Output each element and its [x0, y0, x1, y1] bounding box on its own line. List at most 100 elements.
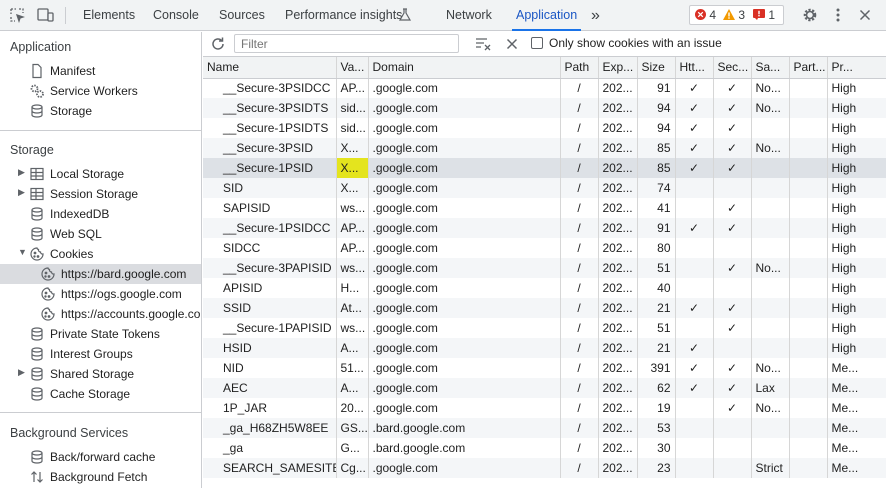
column-header-name[interactable]: Name	[203, 57, 337, 79]
table-cell	[751, 218, 790, 238]
table-cell: HSID	[203, 338, 337, 358]
table-row[interactable]: __Secure-3PSIDTS sid... .google.com/202...…	[203, 98, 886, 118]
settings-gear-icon[interactable]	[802, 7, 818, 23]
column-header-value[interactable]: Va...	[336, 57, 369, 79]
table-cell: 202...	[598, 338, 638, 358]
sidebar-item-cookies[interactable]: ▼ Cookies	[0, 244, 201, 264]
clear-all-icon[interactable]	[504, 36, 520, 52]
column-header-secure[interactable]: Sec...	[713, 57, 752, 79]
table-cell: __Secure-3PAPISID	[203, 258, 337, 278]
tab-performance-insights[interactable]: Performance insights	[285, 0, 402, 31]
device-toolbar-icon[interactable]	[36, 7, 54, 23]
sidebar-item-cookie-origin-accounts[interactable]: https://accounts.google.co	[0, 304, 201, 324]
inspect-element-icon[interactable]	[9, 7, 26, 24]
table-row[interactable]: SEARCH_SAMESITE Cg... .google.com/202... 23…	[203, 458, 886, 478]
tab-application[interactable]: Application	[511, 0, 582, 31]
column-header-samesite[interactable]: Sa...	[751, 57, 790, 79]
table-row[interactable]: HSID A... .google.com/202... 21 ✓ High	[203, 338, 886, 358]
expand-triangle-icon[interactable]: ▶	[18, 367, 25, 378]
filter-input[interactable]	[234, 34, 459, 53]
table-cell: Me...	[827, 358, 886, 378]
cookies-toolbar: Only show cookies with an issue	[203, 32, 886, 57]
more-tabs-button[interactable]: »	[591, 0, 600, 31]
table-row[interactable]: __Secure-3PSID X... .google.com/202... 85 ✓ ✓…	[203, 138, 886, 158]
table-row[interactable]: SIDCC AP... .google.com/202... 80 High	[203, 238, 886, 258]
table-row[interactable]: SAPISID ws... .google.com/202... 41 ✓ High	[203, 198, 886, 218]
refresh-icon[interactable]	[210, 36, 226, 52]
sidebar-item-storage[interactable]: Storage	[0, 101, 201, 121]
table-row[interactable]: __Secure-1PSIDCC AP... .google.com/202... 9…	[203, 218, 886, 238]
sidebar-item-cache-storage[interactable]: Cache Storage	[0, 384, 201, 404]
table-cell: ✓	[713, 378, 752, 398]
sidebar-item-cookie-origin-ogs[interactable]: https://ogs.google.com	[0, 284, 201, 304]
sidebar-item-service-workers[interactable]: Service Workers	[0, 81, 201, 101]
sidebar-item-local-storage[interactable]: ▶ Local Storage	[0, 164, 201, 184]
table-row[interactable]: SID X... .google.com/202... 74 High	[203, 178, 886, 198]
tab-sources[interactable]: Sources	[219, 0, 265, 31]
more-options-icon[interactable]	[830, 7, 846, 23]
table-row[interactable]: __Secure-1PSIDTS sid... .google.com/202...…	[203, 118, 886, 138]
table-cell: SAPISID	[203, 198, 337, 218]
table-cell: SSID	[203, 298, 337, 318]
table-cell	[789, 278, 828, 298]
column-header-path[interactable]: Path	[560, 57, 599, 79]
table-cell	[713, 438, 752, 458]
tab-network[interactable]: Network	[446, 0, 492, 31]
table-cell: 202...	[598, 418, 638, 438]
table-cell: 53	[637, 418, 676, 438]
column-header-priority[interactable]: Pr...	[827, 57, 886, 79]
close-devtools-icon[interactable]	[857, 7, 873, 23]
table-cell: /	[560, 378, 599, 398]
flask-icon	[398, 8, 414, 24]
sidebar-item-manifest[interactable]: Manifest	[0, 61, 201, 81]
table-cell	[789, 318, 828, 338]
only-issues-checkbox[interactable]: Only show cookies with an issue	[531, 36, 722, 50]
table-cell	[713, 458, 752, 478]
table-cell: .google.com	[368, 98, 561, 118]
column-header-expires[interactable]: Exp...	[598, 57, 638, 79]
database-icon	[29, 206, 45, 222]
collapse-triangle-icon[interactable]: ▼	[18, 247, 27, 257]
table-cell: ✓	[675, 378, 714, 398]
table-row[interactable]: __Secure-1PAPISID ws... .google.com/202...…	[203, 318, 886, 338]
table-row[interactable]: 1P_JAR 20... .google.com/202... 19 ✓ No... Me.…	[203, 398, 886, 418]
table-row[interactable]: __Secure-3PSIDCC AP... .google.com/202... 9…	[203, 78, 886, 98]
checkbox-box[interactable]	[531, 37, 543, 49]
document-icon	[29, 63, 45, 79]
table-cell: Lax	[751, 378, 790, 398]
table-row[interactable]: __Secure-1PSID X... .google.com/202... 85 ✓ ✓…	[203, 158, 886, 178]
sidebar-item-interest-groups[interactable]: Interest Groups	[0, 344, 201, 364]
sidebar-item-web-sql[interactable]: Web SQL	[0, 224, 201, 244]
table-cell: No...	[751, 78, 790, 98]
column-header-domain[interactable]: Domain	[368, 57, 561, 79]
column-header-partition-key[interactable]: Part...	[789, 57, 828, 79]
clear-filtered-icon[interactable]	[475, 36, 491, 52]
tab-console[interactable]: Console	[153, 0, 199, 31]
tab-elements[interactable]: Elements	[83, 0, 135, 31]
issues-counter[interactable]: 4 3 1	[689, 5, 784, 25]
table-row[interactable]: SSID At... .google.com/202... 21 ✓ ✓ High	[203, 298, 886, 318]
expand-triangle-icon[interactable]: ▶	[18, 167, 25, 178]
table-cell: /	[560, 298, 599, 318]
sidebar-item-private-state-tokens[interactable]: Private State Tokens	[0, 324, 201, 344]
table-row[interactable]: _ga G... .bard.google.com/202... 30 Me...	[203, 438, 886, 458]
table-row[interactable]: __Secure-3PAPISID ws... .google.com/202...…	[203, 258, 886, 278]
table-cell: 202...	[598, 78, 638, 98]
table-row[interactable]: APISID H... .google.com/202... 40 High	[203, 278, 886, 298]
table-row[interactable]: NID 51... .google.com/202... 391 ✓ ✓ No... Me..…	[203, 358, 886, 378]
column-header-size[interactable]: Size	[637, 57, 676, 79]
sidebar-item-indexeddb[interactable]: IndexedDB	[0, 204, 201, 224]
table-row[interactable]: _ga_H68ZH5W8EE GS... .bard.google.com/202.…	[203, 418, 886, 438]
column-header-httponly[interactable]: Htt...	[675, 57, 714, 79]
table-cell	[751, 418, 790, 438]
sidebar-item-session-storage[interactable]: ▶ Session Storage	[0, 184, 201, 204]
table-row[interactable]: AEC A... .google.com/202... 62 ✓ ✓ Lax Me...	[203, 378, 886, 398]
toolbar-divider	[65, 7, 66, 24]
sidebar-item-background-fetch[interactable]: Background Fetch	[0, 467, 201, 487]
sidebar-item-cookie-origin-bard[interactable]: https://bard.google.com	[0, 264, 201, 284]
table-cell: 202...	[598, 238, 638, 258]
expand-triangle-icon[interactable]: ▶	[18, 187, 25, 198]
sidebar-item-shared-storage[interactable]: ▶ Shared Storage	[0, 364, 201, 384]
database-icon	[29, 226, 45, 242]
sidebar-item-back-forward-cache[interactable]: Back/forward cache	[0, 447, 201, 467]
